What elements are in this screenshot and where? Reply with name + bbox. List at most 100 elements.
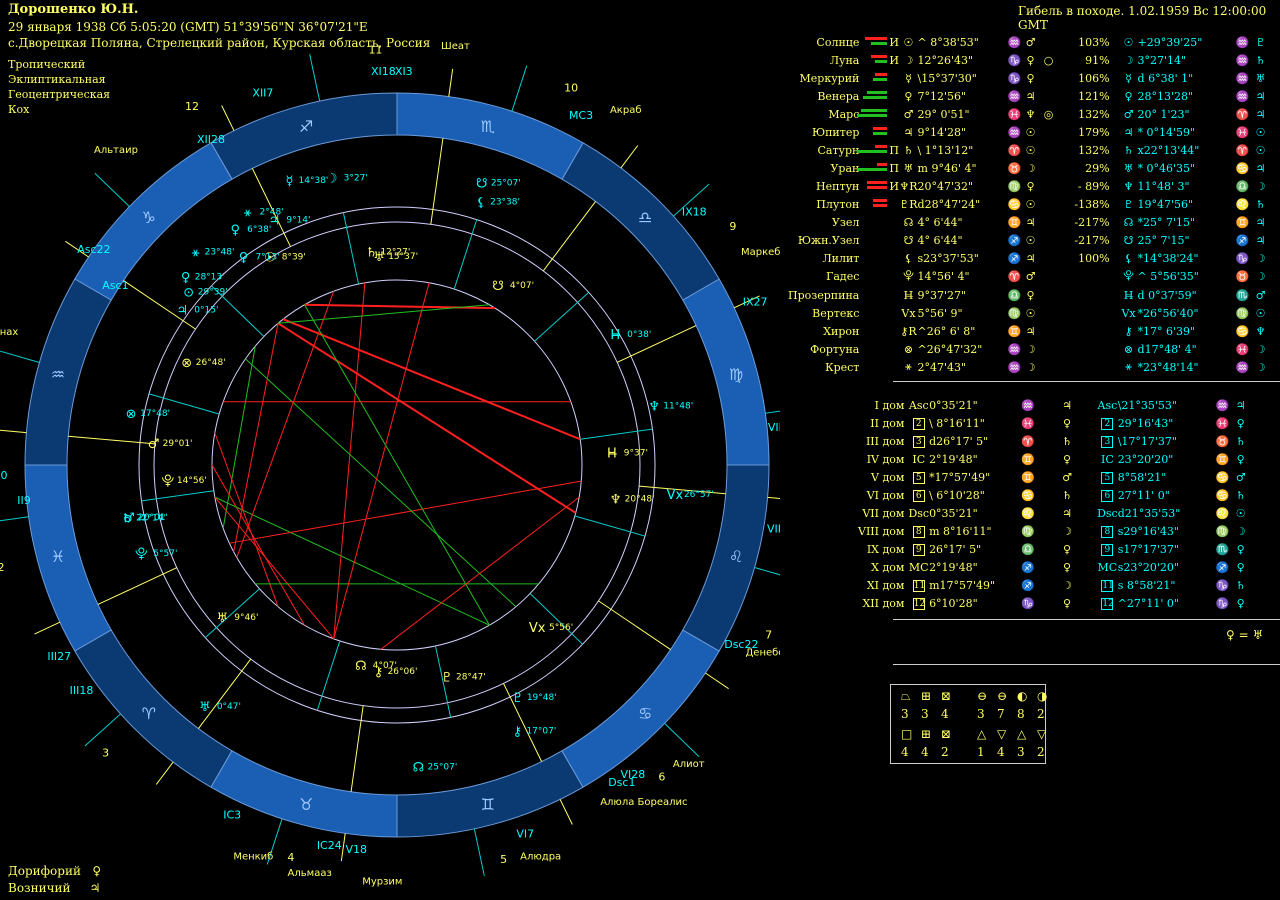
- planet-row[interactable]: Фортуна ⊗ ^26°47'32" ♒ ☽ ⊗ d17°48' 4" ♓ ☽: [788, 340, 1270, 358]
- transit-house-position: d21°35'53": [1117, 506, 1181, 520]
- zodiac-sign-segment[interactable]: [210, 92, 398, 180]
- house-row[interactable]: XI дом 11 m17°57'49" ♐ ☽ 11 s 8°58'21" ♑ ♄: [858, 576, 1250, 594]
- planet-glyph-marker: ⚷: [513, 724, 523, 739]
- aspect-glyph: [1040, 159, 1058, 177]
- planet-glyph-marker: ⚸: [476, 195, 486, 210]
- transit-house-cusp: 9: [1097, 540, 1118, 558]
- planet-name: Южн.Узел: [797, 233, 860, 247]
- planet-row[interactable]: Уран П ♅ m 9°46' 4" ♉ ☽ 29% ♅ * 0°46'35" ♋ ♃: [788, 159, 1270, 177]
- house-position: \ 8°16'11": [929, 416, 985, 430]
- transit-house-sign: ♉: [1215, 434, 1230, 448]
- zodiac-sign-segment[interactable]: [210, 750, 398, 838]
- zodiac-sign-glyph: ♏: [481, 117, 495, 136]
- planet-row[interactable]: Прозерпина H̶ 9°37'27" ♎ ♀ H̶ d 0°37'59" ♏ ♂: [788, 286, 1270, 304]
- house-name: X дом: [871, 560, 905, 574]
- transit-glyph: ♄: [1123, 143, 1134, 157]
- planet-glyph-marker: ♄: [121, 511, 133, 526]
- natal-chart-wheel[interactable]: ♒♓♈♉ ♊♋♌♍♎♏♐♑☿ 14°38'☽ 3°27'♀ 6°38'⚹ 2°48'♃ 9°…: [0, 0, 780, 900]
- planet-marker: [889, 69, 899, 87]
- house-row[interactable]: V дом 5 *17°57'49" ♊ ♂ 5 8°58'21" ♋ ♂: [858, 468, 1250, 486]
- transit-cusp-line: [84, 713, 121, 747]
- house-row[interactable]: IV дом IC 2°19'48" ♊ ♀ IC 23°20'20" ♊ ♀: [858, 450, 1250, 468]
- planet-row[interactable]: Юпитер ♃ 9°14'28" ♒ ☉ 179% ♃ * 0°14'59" ♓ ☉: [788, 123, 1270, 141]
- house-cusp-label: Dsc: [1097, 506, 1118, 520]
- house-cusp-label: 8: [1101, 526, 1114, 538]
- planet-glyph-marker: ♆: [648, 399, 660, 414]
- house-cusp-line: [221, 105, 235, 131]
- transit-house-position: s23°20'20": [1117, 560, 1179, 574]
- planet-row[interactable]: Южн.Узел ☋ 4° 6'44" ♐ ☉ -217% ☋ 25° 7'15" ♐ ♃: [788, 231, 1270, 249]
- house-cusp: 3: [908, 432, 929, 450]
- house-row[interactable]: X дом MC 2°19'48" ♐ ♀ MC s23°20'20" ♐ ♀: [858, 558, 1250, 576]
- transit-ruler-glyph: ☉: [1255, 125, 1266, 139]
- strength-bar-segment: [873, 127, 888, 130]
- zodiac-sign-segment[interactable]: [396, 92, 584, 180]
- house-row[interactable]: VII дом Dsc 0°35'21" ♌ ♃ Dsc d21°35'53" ♌ ☉: [858, 504, 1250, 522]
- planet-glyph: ♃: [903, 125, 914, 139]
- transit-ruler-glyph: ♃: [1255, 215, 1266, 229]
- transit-cusp-line: [574, 515, 646, 537]
- planet-degree-label: 5°56': [549, 623, 573, 633]
- sign-glyph: ♑: [1007, 53, 1022, 67]
- planet-row[interactable]: Плутон ♇R d28°47'24" ♋ ☉ -138% ♇ 19°47'56" ♌ ♄: [788, 195, 1270, 213]
- planet-row[interactable]: Хирон ⚷R ^26° 6' 8" ♊ ♃ ⚷ *17° 6'39" ♋ ♆: [788, 322, 1270, 340]
- house-ruler: ♀: [1063, 596, 1072, 610]
- strength-percent: 121%: [1078, 89, 1110, 103]
- transit-cusp-line: [765, 410, 780, 414]
- house-row[interactable]: I дом Asc 0°35'21" ♒ ♃ Asc \21°35'53" ♒ ♃: [858, 396, 1250, 414]
- transit-ruler-glyph: ♆: [1255, 324, 1266, 338]
- transit-ruler-glyph: ☽: [1255, 342, 1266, 356]
- zodiac-sign-segment[interactable]: [24, 278, 112, 466]
- planet-row[interactable]: Узел ☊ 4° 6'44" ♊ ♃ -217% ☊ *25° 7'15" ♊ ♃: [788, 213, 1270, 231]
- planet-marker: [889, 123, 899, 141]
- planet-row[interactable]: Гадес ⯓ 14°56' 4" ♈ ♂ ⯓ ^ 5°56'35" ♉ ☽: [788, 267, 1270, 286]
- house-name: XI дом: [866, 578, 905, 592]
- house-cusp: Dsc: [908, 504, 929, 522]
- transit-glyph: ♇: [1123, 197, 1134, 211]
- relation-note: ♀ = ♅: [1226, 628, 1264, 642]
- house-sign: ♒: [1021, 398, 1035, 412]
- planet-row[interactable]: Сатурн П ♄ \ 1°13'12" ♈ ☉ 132% ♄ x22°13'44" ♈ ☉: [788, 141, 1270, 159]
- planet-position: m 9°46' 4": [917, 161, 977, 175]
- planet-row[interactable]: Марс ♂ 29° 0'51" ♓ ♆ ◎ 132% ♂ 20° 1'23" ♈ ♃: [788, 105, 1270, 123]
- strength-bar: [863, 123, 889, 141]
- fixed-star-label: Альмааз: [288, 868, 332, 879]
- house-row[interactable]: VI дом 6 \ 6°10'28" ♋ ♄ 6 27°11' 0" ♋ ♄: [858, 486, 1250, 504]
- planet-row[interactable]: Нептун И ♆R 20°47'32" ♍ ♀ - 89% ♆ 11°48' 3" ♎ ☽: [788, 177, 1270, 195]
- sign-glyph: ♍: [1007, 179, 1022, 193]
- ruler-glyph: ☉: [1025, 233, 1036, 247]
- aspect-line: [214, 496, 335, 640]
- transit-glyph: ☊: [1123, 215, 1134, 229]
- house-label: 9: [729, 220, 736, 233]
- planet-glyph-marker: ⊗: [126, 407, 137, 422]
- aspect-glyph: [1040, 322, 1058, 340]
- planet-degree-label: 23°48': [205, 247, 235, 257]
- sign-glyph: ♐: [1007, 233, 1022, 247]
- planet-position: 14°56' 4": [917, 270, 970, 283]
- planet-row[interactable]: Лилит ⚸ s23°37'53" ♐ ♃ 100% ⚸ *14°38'24" ♑ ☽: [788, 249, 1270, 267]
- planet-row[interactable]: Меркурий ☿ \15°37'30" ♑ ♀ 106% ☿ d 6°38' 1" ♒ ♅: [788, 69, 1270, 87]
- house-row[interactable]: III дом 3 d26°17' 5" ♈ ♄ 3 \17°17'37" ♉ ♄: [858, 432, 1250, 450]
- transit-glyph: ⚷: [1124, 324, 1133, 338]
- planet-row[interactable]: Венера ♀ 7°12'56" ♒ ♃ 121% ♀ 28°13'28" ♒ ♃: [788, 87, 1270, 105]
- house-row[interactable]: VIII дом 8 m 8°16'11" ♍ ☽ 8 s29°16'43" ♍ ☽: [858, 522, 1250, 540]
- house-row[interactable]: XII дом 12 6°10'28" ♑ ♀ 12 ^27°11' 0" ♑ ♀: [858, 594, 1250, 612]
- strength-bar-segment: [875, 60, 888, 63]
- zodiac-sign-segment[interactable]: [24, 464, 112, 652]
- house-cusp-line: [767, 496, 780, 500]
- planet-row[interactable]: Крест ⚹ 2°47'43" ♒ ☽ ⚹ *23°48'14" ♒ ☽: [788, 358, 1270, 376]
- transit-house-sign: ♋: [1215, 470, 1230, 484]
- transit-house-sign: ♏: [1215, 542, 1230, 556]
- planet-row[interactable]: Луна И ☽ 12°26'43" ♑ ♀ ○ 91% ☽ 3°27'14" ♒ ♄: [788, 51, 1270, 69]
- house-cusp: 9: [908, 540, 929, 558]
- planet-row[interactable]: Вертекс Vx 5°56' 9" ♍ ☉ Vx *26°56'40" ♍ ☉: [788, 304, 1270, 322]
- house-label: MC3: [569, 109, 593, 122]
- house-cusp-line: [620, 145, 639, 169]
- house-row[interactable]: IX дом 9 26°17' 5" ♎ ♀ 9 s17°17'37" ♏ ♀: [858, 540, 1250, 558]
- house-row[interactable]: II дом 2 \ 8°16'11" ♓ ♀ 2 29°16'43" ♓ ♀: [858, 414, 1250, 432]
- zodiac-sign-segment[interactable]: [396, 750, 584, 838]
- house-label: VIII9: [767, 522, 780, 535]
- planet-row[interactable]: Солнце И ☉ ^ 8°38'53" ♒ ♂ 103% ☉ +29°39'25" ♒ ♇: [788, 33, 1270, 51]
- aspect-glyph: [1040, 33, 1058, 51]
- transit-glyph: ♂: [1123, 107, 1134, 121]
